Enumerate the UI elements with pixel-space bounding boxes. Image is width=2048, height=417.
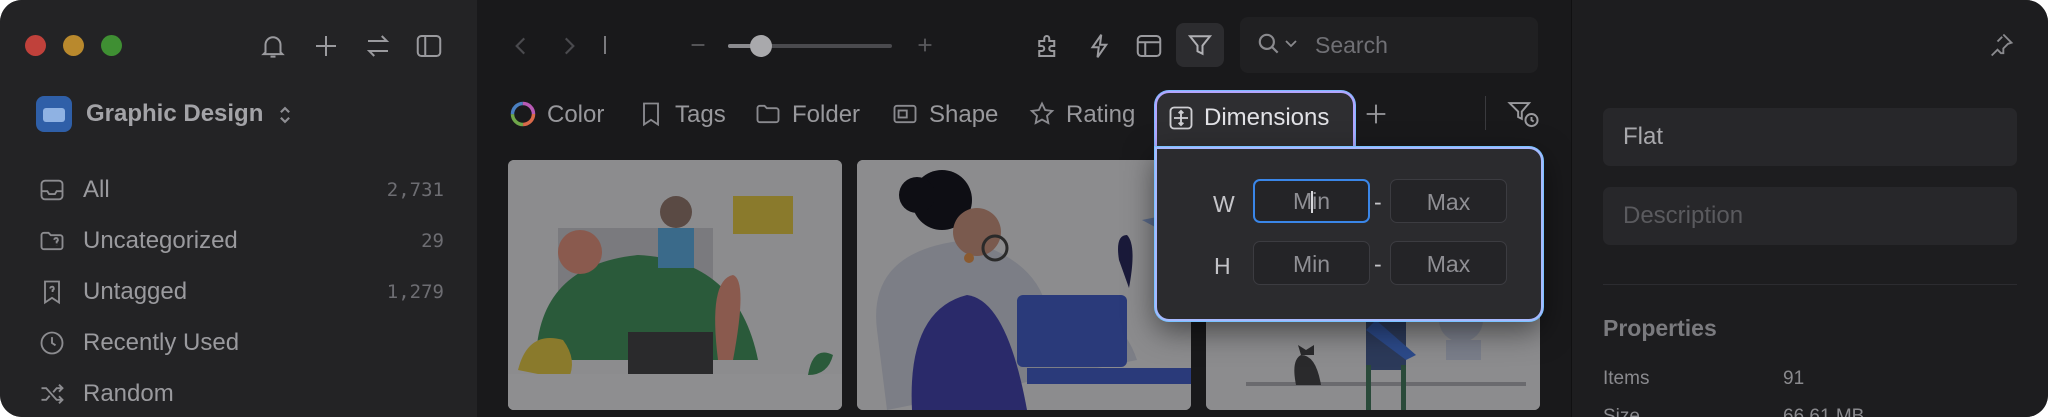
- sidebar-item-random[interactable]: Random: [34, 372, 444, 412]
- height-max-placeholder: Max: [1426, 251, 1471, 277]
- filter-history-icon[interactable]: [1506, 98, 1540, 130]
- bolt-icon[interactable]: [1085, 31, 1115, 61]
- sidebar-item-untagged[interactable]: Untagged 1,279: [34, 270, 444, 310]
- sidebar-item-label: Untagged: [83, 278, 188, 305]
- search-box[interactable]: Search: [1240, 17, 1538, 73]
- filter-label: Rating: [1066, 101, 1136, 128]
- height-min-placeholder: Min: [1292, 251, 1331, 277]
- search-icon: [1256, 31, 1282, 57]
- dimensions-popover: W Min - Max H Min - Max: [1155, 147, 1543, 321]
- size-label: Size: [1603, 406, 1640, 417]
- sidebar-item-label: All: [83, 176, 110, 203]
- sidebar-toggle-icon[interactable]: [414, 31, 444, 61]
- zoom-in-icon[interactable]: [914, 34, 936, 56]
- filter-label: Folder: [792, 101, 861, 128]
- width-max-input[interactable]: Max: [1390, 179, 1507, 223]
- zoom-slider-track[interactable]: [728, 35, 892, 57]
- add-icon[interactable]: [311, 31, 341, 61]
- thumbnail-item[interactable]: [857, 160, 1191, 410]
- library-switch-chevron-icon[interactable]: [276, 104, 294, 126]
- minimize-window-button[interactable]: [63, 35, 84, 56]
- size-value: 66.61 MB: [1783, 406, 1865, 417]
- back-chevron-icon[interactable]: [508, 33, 534, 59]
- filter-bar-divider: [1485, 96, 1486, 130]
- bookmark-icon: [637, 100, 665, 128]
- untagged-tag-icon: [38, 278, 66, 306]
- color-wheel-icon: [509, 100, 537, 128]
- height-max-input[interactable]: Max: [1390, 241, 1507, 285]
- bell-icon[interactable]: [258, 31, 288, 61]
- name-value: Flat: [1623, 123, 1664, 150]
- library-icon: [36, 96, 72, 132]
- app-window: Graphic Design All 2,731 Uncategorized 2…: [0, 0, 2048, 417]
- shuffle-icon: [38, 380, 66, 408]
- width-range-separator: -: [1374, 189, 1382, 215]
- sidebar-item-label: Uncategorized: [83, 227, 238, 254]
- items-value: 91: [1783, 368, 1805, 389]
- sidebar-item-count: 2,731: [386, 179, 444, 201]
- height-min-input[interactable]: Min: [1253, 241, 1370, 285]
- filter-label: Tags: [675, 101, 726, 128]
- description-field[interactable]: Description: [1603, 187, 2017, 245]
- pin-icon[interactable]: [1987, 31, 2015, 59]
- text-caret: [1311, 191, 1313, 213]
- description-placeholder: Description: [1623, 202, 1744, 229]
- height-label: H: [1214, 253, 1231, 279]
- swap-icon[interactable]: [363, 31, 393, 61]
- filter-label: Dimensions: [1204, 104, 1330, 131]
- sidebar-item-label: Recently Used: [83, 329, 240, 356]
- star-icon: [1028, 100, 1056, 128]
- inspector-divider: [1603, 284, 2017, 285]
- sidebar: Graphic Design All 2,731 Uncategorized 2…: [0, 0, 478, 417]
- sidebar-item-uncategorized[interactable]: Uncategorized 29: [34, 219, 444, 259]
- sidebar-item-recently-used[interactable]: Recently Used: [34, 321, 444, 361]
- search-placeholder: Search: [1315, 32, 1388, 58]
- puzzle-icon[interactable]: [1033, 31, 1063, 61]
- filter-button[interactable]: [1176, 23, 1224, 67]
- sidebar-item-all[interactable]: All 2,731: [34, 168, 444, 208]
- clock-icon: [38, 329, 66, 357]
- uncategorized-folder-icon: [38, 227, 66, 255]
- width-label: W: [1213, 191, 1235, 217]
- width-min-input[interactable]: Min: [1253, 179, 1370, 223]
- search-options-chevron-icon[interactable]: [1284, 38, 1298, 50]
- toolbar-divider: [604, 36, 606, 54]
- thumbnail-item[interactable]: [508, 160, 842, 410]
- shape-icon: [891, 100, 919, 128]
- filter-funnel-icon: [1185, 30, 1215, 60]
- close-window-button[interactable]: [25, 35, 46, 56]
- name-field[interactable]: Flat: [1603, 108, 2017, 166]
- all-inbox-icon: [38, 176, 66, 204]
- width-max-placeholder: Max: [1426, 189, 1471, 215]
- filter-label: Color: [547, 101, 605, 128]
- filter-label: Shape: [929, 101, 999, 128]
- filter-dimensions[interactable]: Dimensions: [1155, 91, 1355, 149]
- height-range-separator: -: [1374, 251, 1382, 277]
- folder-icon: [754, 100, 782, 128]
- properties-heading: Properties: [1603, 315, 1717, 341]
- items-label: Items: [1603, 368, 1650, 389]
- zoom-slider-knob[interactable]: [749, 35, 772, 57]
- add-filter-icon[interactable]: [1362, 100, 1390, 128]
- dimensions-icon: [1167, 104, 1195, 132]
- sidebar-item-count: 1,279: [386, 281, 444, 303]
- library-name[interactable]: Graphic Design: [86, 100, 263, 128]
- zoom-window-button[interactable]: [101, 35, 122, 56]
- layout-icon[interactable]: [1134, 31, 1164, 61]
- sidebar-item-label: Random: [83, 380, 174, 407]
- forward-chevron-icon[interactable]: [556, 33, 582, 59]
- sidebar-item-count: 29: [421, 230, 444, 252]
- zoom-out-icon[interactable]: [687, 34, 709, 56]
